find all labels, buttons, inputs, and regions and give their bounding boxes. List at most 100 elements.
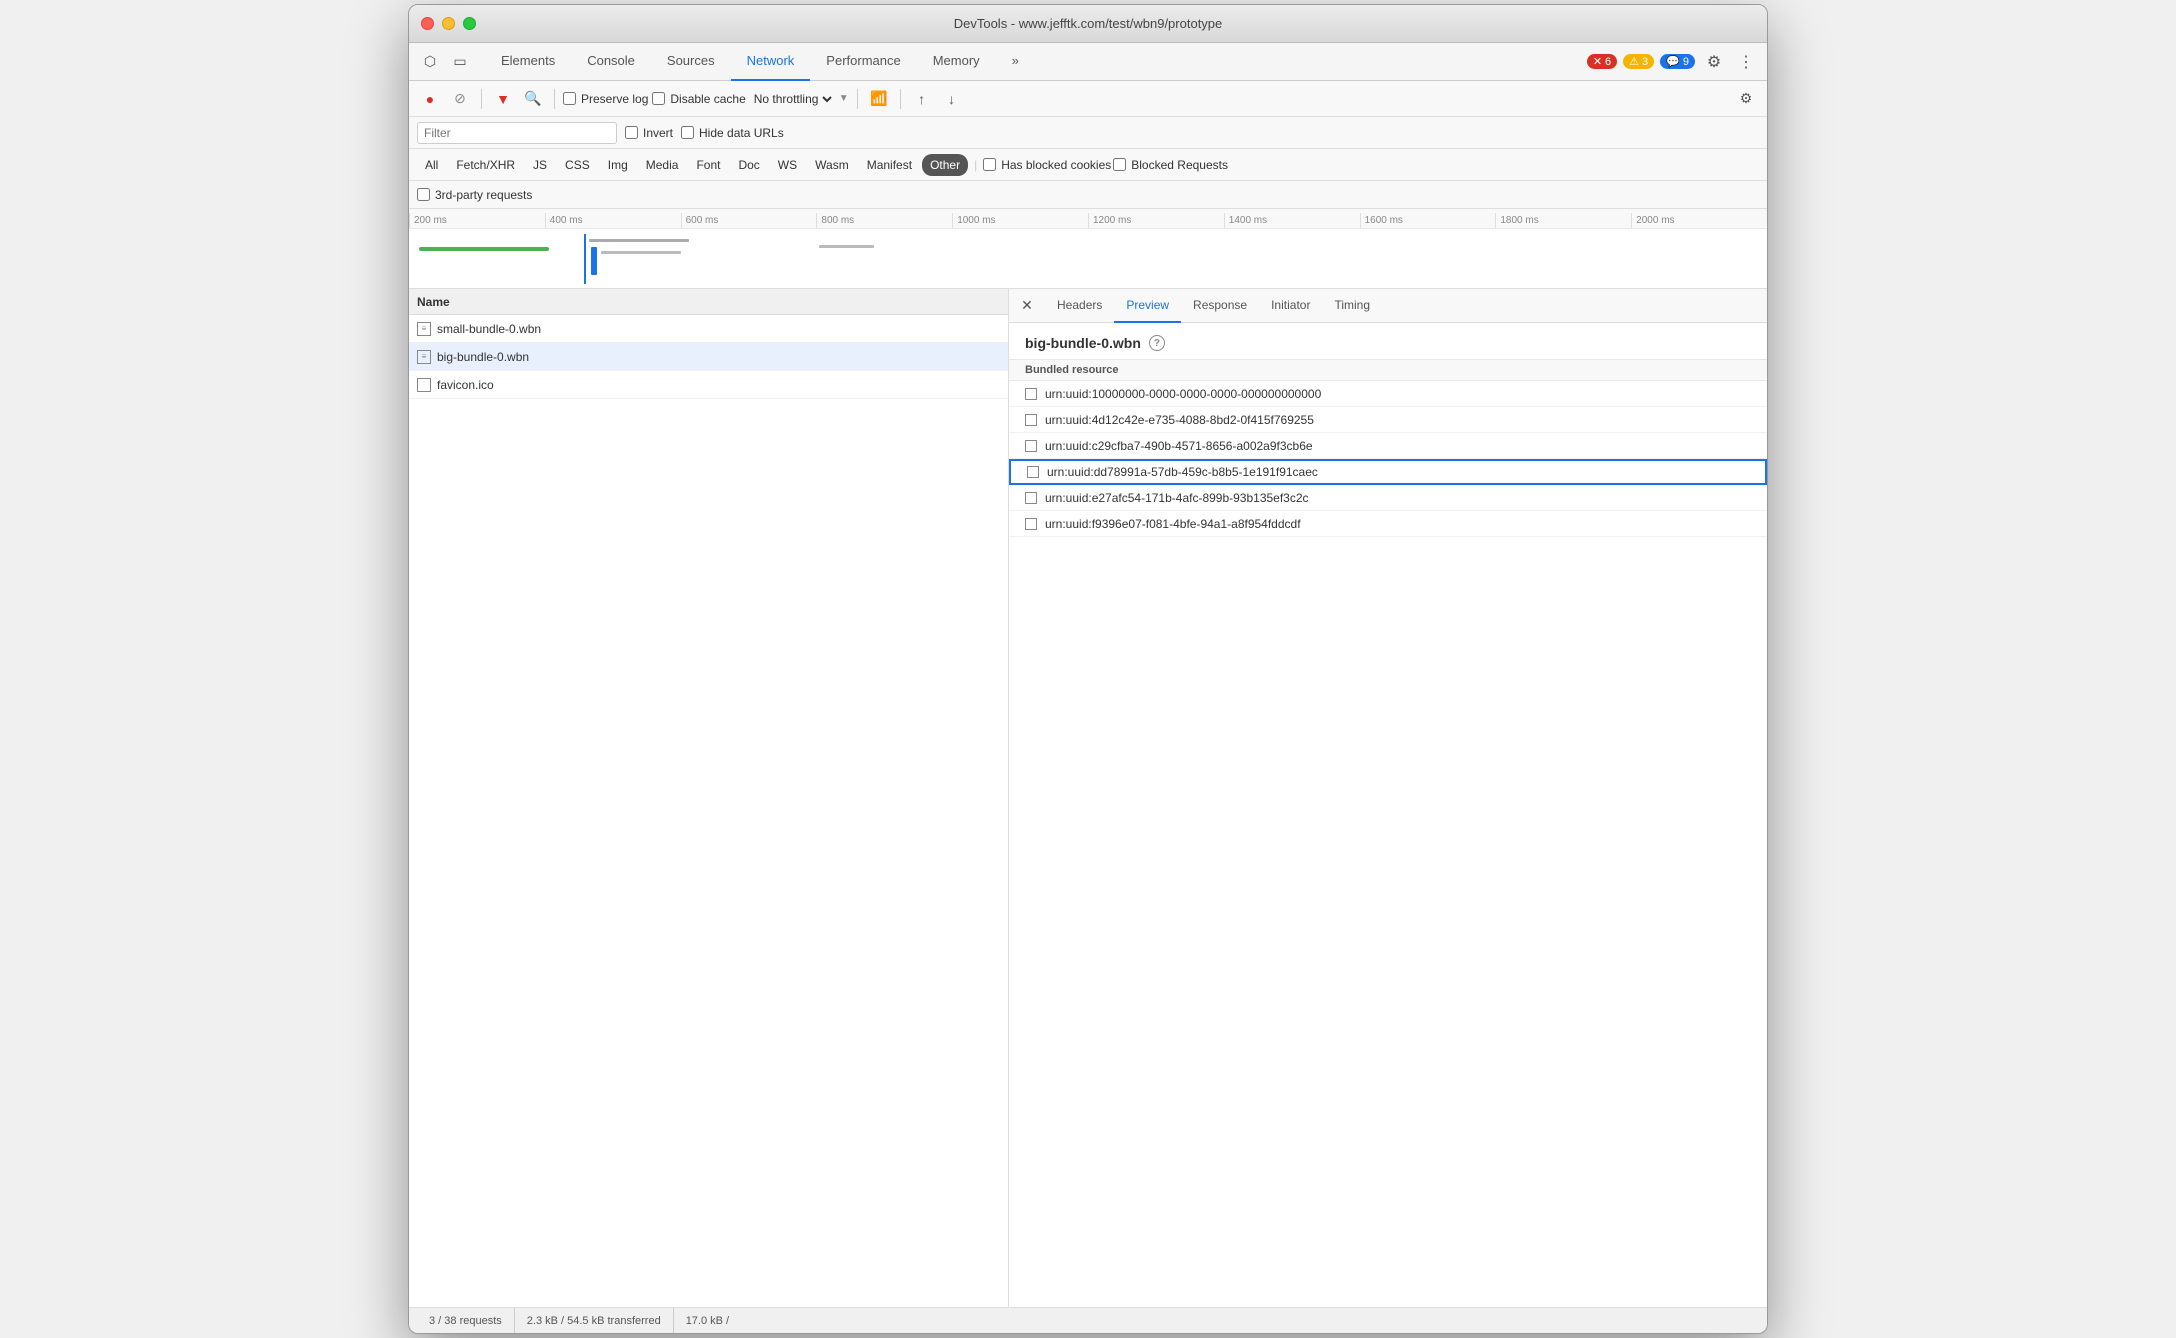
type-wasm[interactable]: Wasm — [807, 154, 857, 176]
stop-button[interactable]: ⊘ — [447, 86, 473, 112]
type-other[interactable]: Other — [922, 154, 968, 176]
disable-cache-input[interactable] — [652, 92, 665, 105]
type-manifest[interactable]: Manifest — [859, 154, 920, 176]
type-all[interactable]: All — [417, 154, 446, 176]
tab-more[interactable]: » — [996, 43, 1035, 81]
type-fetch-xhr[interactable]: Fetch/XHR — [448, 154, 523, 176]
has-blocked-cookies-label: Has blocked cookies — [1001, 158, 1111, 172]
settings-icon[interactable]: ⚙ — [1701, 49, 1727, 75]
third-party-checkbox[interactable]: 3rd-party requests — [417, 188, 532, 202]
timeline-graph[interactable] — [409, 229, 1767, 287]
error-icon: ✕ — [1593, 55, 1602, 68]
blocked-requests-checkbox[interactable]: Blocked Requests — [1113, 158, 1228, 172]
resource-checkbox-uuid5[interactable] — [1025, 492, 1037, 504]
type-css[interactable]: CSS — [557, 154, 598, 176]
tab-bar: ⬡ ▭ Elements Console Sources Network Per… — [409, 43, 1767, 81]
close-button[interactable] — [421, 17, 434, 30]
type-media[interactable]: Media — [638, 154, 687, 176]
detail-tab-headers[interactable]: Headers — [1045, 289, 1114, 323]
preserve-log-input[interactable] — [563, 92, 576, 105]
throttle-select[interactable]: No throttling — [750, 91, 835, 107]
detail-close-button[interactable]: ✕ — [1017, 296, 1037, 316]
resource-row-uuid3[interactable]: urn:uuid:c29cfba7-490b-4571-8656-a002a9f… — [1009, 433, 1767, 459]
detail-tab-timing[interactable]: Timing — [1322, 289, 1382, 323]
resource-checkbox-uuid1[interactable] — [1025, 388, 1037, 400]
resource-checkbox-uuid4[interactable] — [1027, 466, 1039, 478]
resource-urn-uuid1: urn:uuid:10000000-0000-0000-0000-0000000… — [1045, 387, 1321, 401]
detail-tab-preview[interactable]: Preview — [1114, 289, 1181, 323]
tab-console[interactable]: Console — [571, 43, 651, 81]
status-size: 17.0 kB / — [674, 1308, 741, 1333]
type-font[interactable]: Font — [688, 154, 728, 176]
small-bundle-bar — [419, 247, 549, 251]
third-party-row: 3rd-party requests — [409, 181, 1767, 209]
type-ws[interactable]: WS — [770, 154, 805, 176]
download-icon[interactable]: ↓ — [939, 86, 965, 112]
preserve-log-label: Preserve log — [581, 92, 648, 106]
warning-badge[interactable]: ⚠ 3 — [1623, 54, 1654, 69]
network-settings-icon[interactable]: ⚙ — [1733, 86, 1759, 112]
tab-network[interactable]: Network — [731, 43, 811, 81]
toolbar-separator-4 — [900, 89, 901, 109]
file-row-small-bundle[interactable]: ≡ small-bundle-0.wbn — [409, 315, 1008, 343]
type-img[interactable]: Img — [600, 154, 636, 176]
record-button[interactable]: ● — [417, 86, 443, 112]
toolbar-separator-3 — [857, 89, 858, 109]
minimize-button[interactable] — [442, 17, 455, 30]
fullscreen-button[interactable] — [463, 17, 476, 30]
preserve-log-checkbox[interactable]: Preserve log — [563, 92, 648, 106]
tick-1400: 1400 ms — [1224, 213, 1360, 228]
device-icon[interactable]: ▭ — [447, 49, 473, 75]
extra-bar-1 — [819, 245, 874, 248]
type-doc[interactable]: Doc — [730, 154, 767, 176]
toolbar-separator-2 — [554, 89, 555, 109]
detail-tab-response[interactable]: Response — [1181, 289, 1259, 323]
help-icon[interactable]: ? — [1149, 335, 1165, 351]
filter-input[interactable] — [417, 122, 617, 144]
cursor-icon[interactable]: ⬡ — [417, 49, 443, 75]
hide-data-urls-input[interactable] — [681, 126, 694, 139]
wifi-icon[interactable]: 📶 — [866, 86, 892, 112]
network-toolbar: ● ⊘ ▼ 🔍 Preserve log Disable cache No th… — [409, 81, 1767, 117]
status-bar: 3 / 38 requests 2.3 kB / 54.5 kB transfe… — [409, 1307, 1767, 1333]
resource-row-uuid1[interactable]: urn:uuid:10000000-0000-0000-0000-0000000… — [1009, 381, 1767, 407]
type-js[interactable]: JS — [525, 154, 555, 176]
big-bundle-bar-blue — [591, 247, 597, 275]
resource-checkbox-uuid6[interactable] — [1025, 518, 1037, 530]
tab-bar-left-icons: ⬡ ▭ — [417, 49, 473, 75]
error-badge[interactable]: ✕ 6 — [1587, 54, 1617, 69]
resource-row-uuid2[interactable]: urn:uuid:4d12c42e-e735-4088-8bd2-0f415f7… — [1009, 407, 1767, 433]
detail-tab-initiator[interactable]: Initiator — [1259, 289, 1322, 323]
timeline-area: 200 ms 400 ms 600 ms 800 ms 1000 ms 1200… — [409, 209, 1767, 289]
tab-sources[interactable]: Sources — [651, 43, 731, 81]
filter-icon[interactable]: ▼ — [490, 86, 516, 112]
invert-checkbox[interactable]: Invert — [625, 126, 673, 140]
has-blocked-cookies-checkbox[interactable]: Has blocked cookies — [983, 158, 1111, 172]
main-tabs: Elements Console Sources Network Perform… — [485, 43, 1587, 81]
blocked-requests-input[interactable] — [1113, 158, 1126, 171]
resource-row-uuid4[interactable]: urn:uuid:dd78991a-57db-459c-b8b5-1e191f9… — [1009, 459, 1767, 485]
resource-urn-uuid4: urn:uuid:dd78991a-57db-459c-b8b5-1e191f9… — [1047, 465, 1318, 479]
disable-cache-checkbox[interactable]: Disable cache — [652, 92, 745, 106]
resource-checkbox-uuid2[interactable] — [1025, 414, 1037, 426]
tab-memory[interactable]: Memory — [917, 43, 996, 81]
invert-input[interactable] — [625, 126, 638, 139]
file-row-favicon[interactable]: favicon.ico — [409, 371, 1008, 399]
more-options-icon[interactable]: ⋮ — [1733, 49, 1759, 75]
third-party-input[interactable] — [417, 188, 430, 201]
file-icon-small-bundle: ≡ — [417, 322, 431, 336]
has-blocked-cookies-input[interactable] — [983, 158, 996, 171]
hide-data-urls-checkbox[interactable]: Hide data URLs — [681, 126, 784, 140]
resource-row-uuid6[interactable]: urn:uuid:f9396e07-f081-4bfe-94a1-a8f954f… — [1009, 511, 1767, 537]
invert-label: Invert — [643, 126, 673, 140]
tab-performance[interactable]: Performance — [810, 43, 916, 81]
hide-data-urls-label: Hide data URLs — [699, 126, 784, 140]
resource-row-uuid5[interactable]: urn:uuid:e27afc54-171b-4afc-899b-93b135e… — [1009, 485, 1767, 511]
search-icon[interactable]: 🔍 — [520, 86, 546, 112]
detail-tab-bar: ✕ Headers Preview Response Initiator Tim… — [1009, 289, 1767, 323]
message-badge[interactable]: 💬 9 — [1660, 54, 1695, 69]
upload-icon[interactable]: ↑ — [909, 86, 935, 112]
file-row-big-bundle[interactable]: ≡ big-bundle-0.wbn — [409, 343, 1008, 371]
tab-elements[interactable]: Elements — [485, 43, 571, 81]
resource-checkbox-uuid3[interactable] — [1025, 440, 1037, 452]
